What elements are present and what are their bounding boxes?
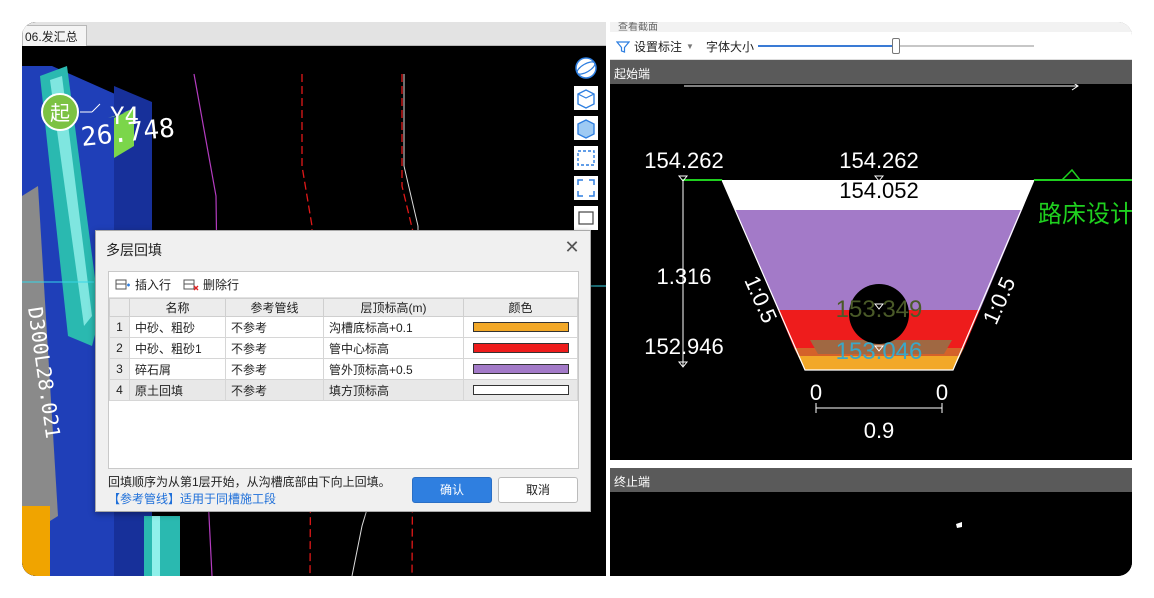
row-index: 2 [109,337,130,359]
reference-pipeline-link[interactable]: 【参考管线】适用于同槽施工段 [108,490,276,507]
section-toolbar: 设置标注 ▼ 字体大小 [610,32,1132,60]
3d-view-pane[interactable]: 06.发汇总 起 Y4 26.748 D300L28.021 多层回填 ✕ 插入… [22,22,606,576]
confirm-button[interactable]: 确认 [412,477,492,503]
pipe-top-elevation: 153.349 [836,296,923,323]
row-name-cell[interactable]: 原土回填 [129,379,226,401]
table-row[interactable]: 3 碎石屑 不参考 管外顶标高+0.5 [109,358,578,380]
end-section-canvas[interactable] [610,492,1132,576]
row-elevation-cell[interactable]: 沟槽底标高+0.1 [323,316,464,338]
filter-icon [616,40,630,53]
start-marker-label: 起 [50,101,70,125]
view-toolbar [574,56,600,256]
cube-solid-icon[interactable] [574,116,598,140]
delete-row-icon [183,279,199,290]
color-swatch[interactable] [472,385,569,395]
cube-outline-icon[interactable] [574,86,598,110]
row-color-cell[interactable] [463,337,578,359]
multilayer-backfill-dialog: 多层回填 ✕ 插入行 删除行 名称 参考管线 层顶标高(m) 颜色 1 中砂、粗… [95,230,591,512]
column-header-name: 名称 [129,298,226,317]
row-elevation-cell[interactable]: 填方顶标高 [323,379,464,401]
globe-icon[interactable] [574,56,598,80]
chevron-down-icon: ▼ [686,42,694,51]
app-frame: 06.发汇总 起 Y4 26.748 D300L28.021 多层回填 ✕ 插入… [22,22,1132,576]
column-header-color: 颜色 [463,298,578,317]
column-header-reference: 参考管线 [225,298,324,317]
font-size-label: 字体大小 [706,40,755,54]
column-header-index [109,298,130,317]
start-section-canvas[interactable]: 154.262 154.262 154.052 1.316 152.946 15… [610,81,1132,460]
row-name-cell[interactable]: 中砂、粗砂 [129,316,226,338]
row-index: 3 [109,358,130,380]
insert-row-label: 插入行 [135,278,172,292]
table-header-row: 名称 参考管线 层顶标高(m) 颜色 [109,298,578,317]
bottom-elevation: 152.946 [644,334,724,359]
row-name-cell[interactable]: 碎石屑 [129,358,226,380]
roadbed-design-label: 路床设计 [1038,200,1132,228]
row-reference-cell[interactable]: 不参考 [225,337,324,359]
table-row[interactable]: 1 中砂、粗砂 不参考 沟槽底标高+0.1 [109,316,578,338]
delete-row-button[interactable]: 删除行 [183,276,239,293]
close-icon[interactable]: ✕ [562,237,582,257]
set-annotation-label: 设置标注 [634,40,683,54]
table-row[interactable]: 2 中砂、粗砂1 不参考 管中心标高 [109,337,578,359]
panel-title-strip: 查看截面 [610,22,1132,32]
row-color-cell[interactable] [463,316,578,338]
font-size-slider-thumb[interactable] [892,38,900,54]
document-tab[interactable]: 06.发汇总 [22,25,87,46]
end-section-header: 终止端 [610,468,1132,492]
cancel-button[interactable]: 取消 [498,477,578,503]
pipe-yellow [22,506,50,576]
offset-right: 0 [936,380,948,405]
backfill-table: 名称 参考管线 层顶标高(m) 颜色 1 中砂、粗砂 不参考 沟槽底标高+0.1 [109,298,578,401]
backfill-order-note: 回填顺序为从第1层开始，从沟槽底部由下向上回填。 [108,475,391,489]
delete-row-label: 删除行 [203,278,240,292]
cross-section-drawing: 154.262 154.262 154.052 1.316 152.946 15… [610,81,1132,460]
trench-depth: 1.316 [656,264,711,289]
start-section-header: 起始端 [610,60,1132,84]
insert-row-icon [115,279,130,289]
offset-left: 0 [810,380,822,405]
end-section-drawing [610,492,1132,576]
layers-icon[interactable] [574,206,598,230]
color-swatch[interactable] [472,343,569,353]
row-elevation-cell[interactable]: 管外顶标高+0.5 [323,358,464,380]
row-color-cell[interactable] [463,358,578,380]
font-size-slider[interactable] [758,38,1034,54]
row-index: 4 [109,379,130,401]
row-color-cell[interactable] [463,379,578,401]
panel-title: 查看截面 [618,22,658,32]
row-reference-cell[interactable]: 不参考 [225,316,324,338]
pipe-center-elevation: 153.046 [836,338,923,365]
document-tabbar: 06.发汇总 [22,22,606,46]
column-header-top-elevation: 层顶标高(m) [323,298,464,317]
section-viewer-pane: 查看截面 设置标注 ▼ 字体大小 起始端 154.262 154.262 154… [610,22,1132,576]
set-annotation-dropdown[interactable]: 设置标注 ▼ [616,38,694,55]
row-reference-cell[interactable]: 不参考 [225,358,324,380]
center-top-elevation: 154.262 [839,148,919,173]
color-swatch[interactable] [472,364,569,374]
left-top-elevation: 154.262 [644,148,724,173]
fit-view-icon[interactable] [574,176,598,200]
dialog-title: 多层回填 [106,242,162,258]
bottom-width: 0.9 [864,418,895,443]
row-index: 1 [109,316,130,338]
row-elevation-cell[interactable]: 管中心标高 [323,337,464,359]
font-size-slider-fill [758,45,896,47]
backfill-table-panel: 插入行 删除行 名称 参考管线 层顶标高(m) 颜色 1 中砂、粗砂 不参考 沟… [108,271,579,469]
table-toolbar: 插入行 删除行 [109,272,578,298]
insert-row-button[interactable]: 插入行 [115,276,171,293]
row-name-cell[interactable]: 中砂、粗砂1 [129,337,226,359]
fill-top-elevation: 154.052 [839,178,919,203]
select-rect-icon[interactable] [574,146,598,170]
row-reference-cell[interactable]: 不参考 [225,379,324,401]
pipe-bottom-cyan [144,516,180,576]
table-row[interactable]: 4 原土回填 不参考 填方顶标高 [109,379,578,401]
color-swatch[interactable] [472,322,569,332]
